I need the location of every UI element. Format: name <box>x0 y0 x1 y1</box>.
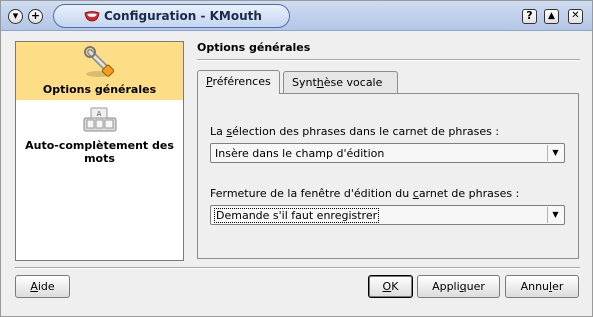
keyboard-icon: A <box>83 107 117 132</box>
wrench-icon <box>84 46 115 77</box>
shade-button[interactable]: ▲ <box>544 9 559 24</box>
close-editor-combo-value: Demande s'il faut enregistrer <box>213 208 380 223</box>
title-pill: Configuration - KMouth <box>53 4 290 28</box>
tab-speech-synthesis[interactable]: Synthèse vocale <box>283 71 398 93</box>
preferences-panel: La sélection des phrases dans le carnet … <box>197 93 579 259</box>
apply-button[interactable]: Appliquer <box>417 275 500 298</box>
selection-combo-value: Insère dans le champ d'édition <box>215 147 385 160</box>
button-bar-divider <box>15 267 580 269</box>
cancel-button[interactable]: Annuler <box>505 275 579 298</box>
close-button[interactable]: ✕ <box>568 9 583 24</box>
close-editor-combo[interactable]: Demande s'il faut enregistrer ▼ <box>210 205 565 225</box>
page-item-completion[interactable]: A Auto-complètement des mots <box>16 102 183 165</box>
tab-preferences[interactable]: Préférences <box>197 70 280 94</box>
selection-combo[interactable]: Insère dans le champ d'édition ▼ <box>210 143 565 163</box>
chevron-down-icon[interactable]: ▼ <box>547 145 563 161</box>
tab-preferences-label: Préférences <box>206 75 271 88</box>
title-bar[interactable]: ▾ + Configuration - KMouth ? ▲ ✕ <box>1 1 592 31</box>
page-title: Options générales <box>197 41 311 54</box>
ok-button[interactable]: OK <box>368 275 413 298</box>
tab-speech-synthesis-label: Synthèse vocale <box>292 76 383 89</box>
selection-label: La sélection des phrases dans le carnet … <box>210 125 500 138</box>
chevron-down-icon[interactable]: ▼ <box>547 207 563 223</box>
help-button[interactable]: Aide <box>15 275 70 298</box>
page-item-general[interactable]: Options générales <box>16 42 183 100</box>
config-window: ▾ + Configuration - KMouth ? ▲ ✕ Options… <box>0 0 593 317</box>
svg-text:A: A <box>97 110 102 118</box>
page-item-completion-label: Auto-complètement des mots <box>25 139 174 165</box>
help-window-button[interactable]: ? <box>522 9 537 24</box>
kmouth-icon <box>84 11 100 22</box>
sticky-button[interactable]: + <box>28 9 43 24</box>
window-menu-button[interactable]: ▾ <box>8 9 23 24</box>
page-title-divider <box>197 59 580 61</box>
page-item-general-label: Options générales <box>42 83 157 96</box>
window-title: Configuration - KMouth <box>104 9 262 23</box>
close-editor-label: Fermeture de la fenêtre d'édition du car… <box>210 187 520 200</box>
page-list: Options générales A Auto-complètement de… <box>15 41 184 261</box>
